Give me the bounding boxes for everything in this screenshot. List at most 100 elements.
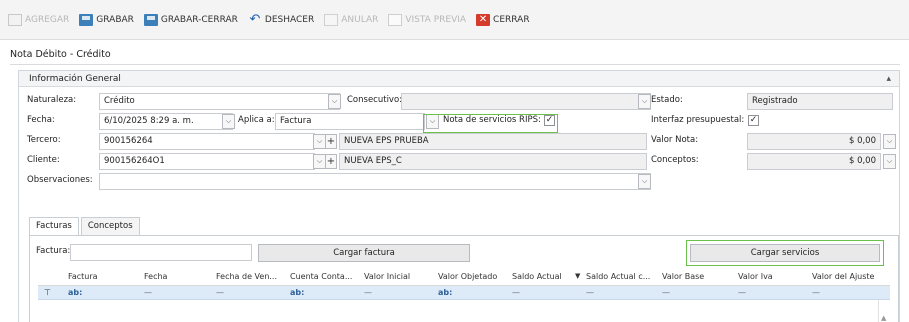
general-info-panel: Información General ▴ Naturaleza: Crédit… — [18, 70, 900, 322]
row-observaciones: Observaciones: ⌵ — [19, 172, 899, 192]
col-fecha[interactable]: Fecha — [144, 272, 167, 281]
agregar-label: AGREGAR — [25, 14, 70, 25]
rips-highlight — [423, 114, 558, 133]
filter-row: ⊤ ab: — — ab: — ab: — — — — — — [38, 286, 890, 300]
add-document-icon — [8, 13, 22, 26]
undo-icon: ↶ — [249, 11, 261, 27]
grabar-button[interactable]: GRABAR — [79, 10, 134, 30]
cargar-servicios-highlight — [686, 240, 884, 266]
tab-facturas[interactable]: Facturas — [29, 217, 79, 235]
cliente-add-icon[interactable]: + — [325, 154, 337, 169]
valor-nota-field: $ 0,00 — [747, 133, 881, 150]
collapse-icon[interactable]: ▴ — [886, 71, 891, 87]
deshacer-button[interactable]: ↶ DESHACER — [248, 10, 314, 30]
filter-cell[interactable]: — — [144, 288, 152, 297]
col-valor-inicial[interactable]: Valor Inicial — [364, 272, 410, 281]
anular-button[interactable]: ANULAR — [324, 10, 378, 30]
title-divider — [10, 64, 900, 65]
tercero-name-field: NUEVA EPS PRUEBA — [339, 133, 647, 150]
vista-previa-label: VISTA PREVIA — [405, 14, 467, 25]
filter-cell[interactable]: — — [364, 288, 372, 297]
col-valor-iva[interactable]: Valor Iva — [738, 272, 773, 281]
valor-nota-label: Valor Nota: — [651, 135, 699, 145]
tercero-add-icon[interactable]: + — [325, 134, 337, 149]
naturaleza-select[interactable]: Crédito — [99, 93, 340, 110]
col-saldo-actual-c[interactable]: Saldo Actual c... — [586, 272, 650, 281]
fecha-input[interactable]: 6/10/2025 8:29 a. m. — [99, 113, 233, 130]
tercero-code-input[interactable]: 900156264 — [99, 133, 315, 150]
anular-label: ANULAR — [341, 14, 379, 25]
grabar-label: GRABAR — [96, 14, 134, 25]
consecutivo-label: Consecutivo: — [347, 95, 403, 105]
col-saldo-actual[interactable]: Saldo Actual — [512, 272, 562, 281]
tab-strip: Facturas Conceptos — [29, 217, 142, 235]
conceptos-label: Conceptos: — [651, 155, 699, 165]
preview-icon — [388, 13, 403, 26]
cerrar-label: CERRAR — [493, 14, 530, 25]
filter-cell[interactable]: — — [662, 288, 670, 297]
col-valor-base[interactable]: Valor Base — [662, 272, 704, 281]
cliente-name-field: NUEVA EPS_C — [339, 153, 647, 170]
aplica-label: Aplica a: — [238, 115, 275, 125]
close-icon: ✕ — [476, 13, 491, 26]
filter-cell[interactable]: — — [738, 288, 746, 297]
naturaleza-dropdown-icon[interactable]: ⌵ — [328, 94, 341, 109]
observaciones-dropdown-icon[interactable]: ⌵ — [638, 174, 651, 189]
estado-label: Estado: — [651, 95, 683, 105]
cerrar-button[interactable]: ✕ CERRAR — [476, 10, 530, 30]
void-icon — [324, 13, 339, 26]
valor-nota-dropdown-icon[interactable]: ⌵ — [883, 134, 896, 149]
sort-desc-icon[interactable]: ▼ — [575, 272, 580, 280]
observaciones-input[interactable] — [99, 173, 651, 190]
grid-header: Factura Fecha Fecha de Ven... Cuenta Con… — [38, 270, 890, 286]
cliente-label: Cliente: — [27, 155, 60, 165]
fecha-label: Fecha: — [27, 115, 55, 125]
interfaz-label: Interfaz presupuestal: — [651, 115, 745, 125]
consecutivo-select[interactable] — [401, 93, 651, 110]
factura-input[interactable] — [70, 244, 252, 261]
page-title: Nota Débito - Crédito — [10, 49, 111, 60]
tab-conceptos[interactable]: Conceptos — [80, 217, 140, 235]
factura-label: Factura: — [36, 246, 71, 256]
conceptos-field: $ 0,00 — [747, 153, 881, 170]
facturas-grid: Factura Fecha Fecha de Ven... Cuenta Con… — [38, 270, 890, 322]
row-naturaleza: Naturaleza: Crédito ⌵ Consecutivo: ⌵ Est… — [19, 92, 899, 112]
col-valor-objetado[interactable]: Valor Objetado — [438, 272, 497, 281]
interfaz-checkbox[interactable]: ✓ — [748, 115, 759, 126]
cliente-code-input[interactable]: 900156264O1 — [99, 153, 315, 170]
tercero-label: Tercero: — [27, 135, 61, 145]
filter-cell[interactable]: ab: — [290, 288, 304, 297]
aplica-select[interactable]: Factura — [275, 113, 425, 130]
fecha-dropdown-icon[interactable]: ⌵ — [222, 114, 235, 129]
conceptos-dropdown-icon[interactable]: ⌵ — [883, 154, 896, 169]
filter-row-icon: ⊤ — [44, 288, 51, 297]
row-cliente: Cliente: 900156264O1 ⌵ + NUEVA EPS_C Con… — [19, 152, 899, 172]
general-info-title: Información General — [29, 74, 121, 84]
toolbar: AGREGAR GRABAR GRABAR-CERRAR ↶ DESHACER … — [0, 0, 909, 40]
facturas-panel: Factura: Cargar factura Cargar servicios… — [29, 235, 899, 322]
general-info-header[interactable]: Información General ▴ — [19, 71, 899, 87]
agregar-button[interactable]: AGREGAR — [8, 10, 69, 30]
naturaleza-label: Naturaleza: — [27, 95, 77, 105]
col-fecha-vencimiento[interactable]: Fecha de Ven... — [216, 272, 277, 281]
deshacer-label: DESHACER — [264, 14, 315, 25]
filter-cell[interactable]: — — [216, 288, 224, 297]
scroll-up-icon[interactable]: ▲ — [881, 314, 886, 322]
col-factura[interactable]: Factura — [68, 272, 98, 281]
filter-cell[interactable]: — — [512, 288, 520, 297]
grabar-cerrar-button[interactable]: GRABAR-CERRAR — [143, 10, 238, 30]
grid-scrollbar[interactable]: ▲ — [878, 300, 890, 322]
filter-cell[interactable]: — — [586, 288, 594, 297]
cargar-factura-button[interactable]: Cargar factura — [258, 244, 470, 262]
grabar-cerrar-label: GRABAR-CERRAR — [160, 14, 238, 25]
consecutivo-dropdown-icon[interactable]: ⌵ — [638, 94, 651, 109]
col-cuenta-contable[interactable]: Cuenta Conta... — [290, 272, 352, 281]
save-icon — [79, 13, 94, 26]
estado-field: Registrado — [747, 93, 893, 110]
row-tercero: Tercero: 900156264 ⌵ + NUEVA EPS PRUEBA … — [19, 132, 899, 152]
vista-previa-button[interactable]: VISTA PREVIA — [388, 10, 466, 30]
filter-cell[interactable]: — — [812, 288, 820, 297]
col-valor-ajuste[interactable]: Valor del Ajuste — [812, 272, 874, 281]
filter-cell[interactable]: ab: — [68, 288, 82, 297]
filter-cell[interactable]: ab: — [438, 288, 452, 297]
